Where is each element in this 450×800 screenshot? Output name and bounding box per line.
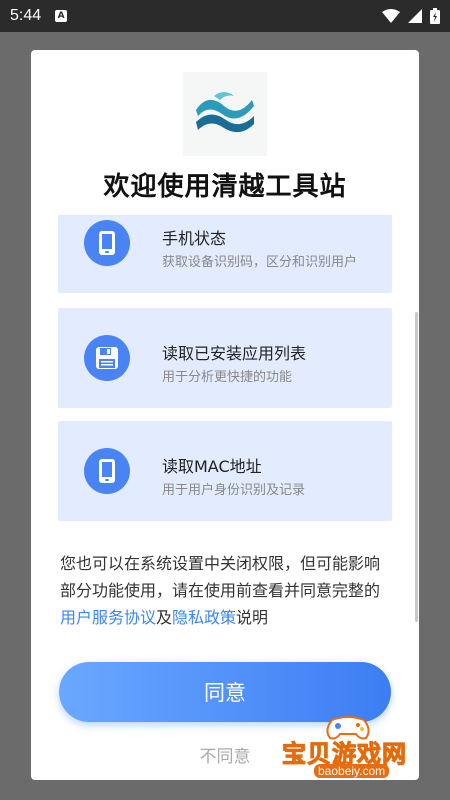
status-icons	[382, 8, 440, 24]
watermark: 宝贝游戏网 baobeiy.com	[280, 716, 416, 784]
permission-dialog: 欢迎使用清越工具站 手机状态 获取设备识别码，区分和识别用户 读取已安装应用列表…	[31, 50, 419, 780]
app-logo	[183, 72, 267, 156]
permission-title: 手机状态	[162, 229, 227, 248]
agree-button[interactable]: 同意	[59, 662, 391, 722]
permission-item: 读取MAC地址 用于用户身份识别及记录	[58, 421, 392, 521]
watermark-url: baobeiy.com	[314, 764, 390, 778]
wifi-icon	[382, 9, 400, 23]
permission-desc: 用于分析更快捷的功能	[162, 370, 293, 385]
dialog-title: 欢迎使用清越工具站	[103, 172, 347, 202]
permission-title: 读取MAC地址	[162, 457, 262, 476]
permission-desc: 用于用户身份识别及记录	[162, 483, 306, 498]
signal-icon	[408, 9, 422, 23]
permission-list[interactable]: 手机状态 获取设备识别码，区分和识别用户 读取已安装应用列表 用于分析更快捷的功…	[58, 215, 392, 535]
permission-desc: 获取设备识别码，区分和识别用户	[162, 255, 358, 270]
service-agreement-link[interactable]: 用户服务协议	[60, 608, 156, 627]
status-bar: 5:44 A	[0, 0, 450, 32]
notice-and: 及	[156, 608, 173, 627]
scrollbar[interactable]	[415, 312, 418, 622]
wave-logo-icon	[196, 92, 254, 133]
battery-icon	[430, 8, 440, 24]
floppy-disk-icon	[84, 335, 130, 381]
permission-notice: 您也可以在系统设置中关闭权限，但可能影响部分功能使用，请在使用前查看并同意完整的…	[60, 550, 394, 631]
permission-item: 手机状态 获取设备识别码，区分和识别用户	[58, 215, 392, 293]
notification-icon: A	[55, 10, 68, 22]
privacy-policy-link[interactable]: 隐私政策	[172, 608, 236, 627]
notice-tail: 说明	[236, 608, 269, 627]
permission-title: 读取已安装应用列表	[162, 344, 307, 363]
phone-icon	[84, 220, 130, 266]
status-time: 5:44	[10, 7, 42, 24]
permission-item: 读取已安装应用列表 用于分析更快捷的功能	[58, 308, 392, 408]
phone-icon	[84, 448, 130, 494]
notice-text: 您也可以在系统设置中关闭权限，但可能影响部分功能使用，请在使用前查看并同意完整的	[60, 554, 381, 600]
